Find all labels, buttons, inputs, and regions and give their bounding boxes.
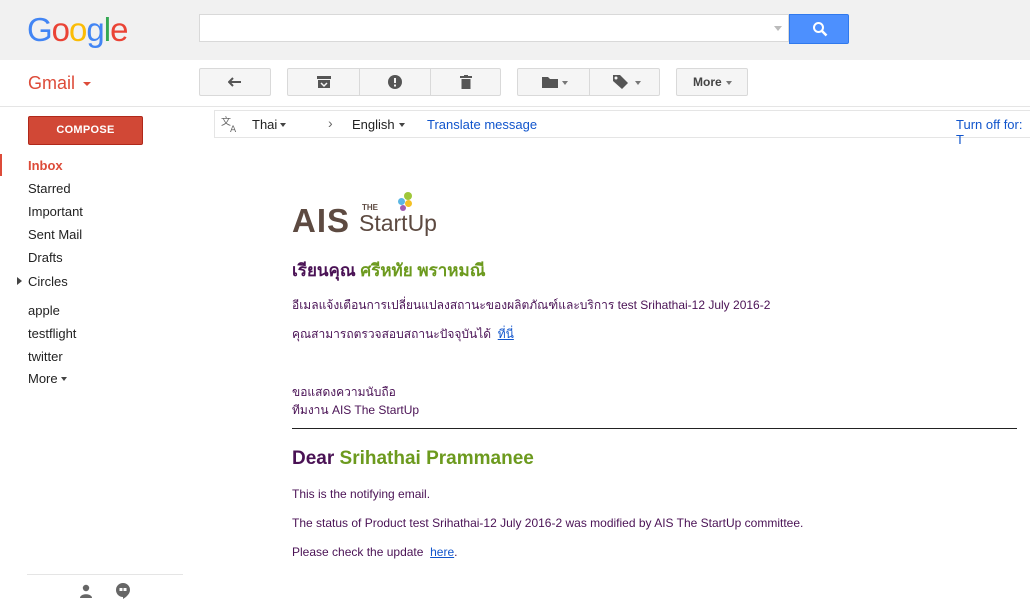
logo-main-text: AIS xyxy=(292,202,351,239)
report-spam-button[interactable] xyxy=(360,69,430,95)
logo-startup-text: StartUp xyxy=(359,210,437,236)
english-greeting: Dear Srihathai Prammanee xyxy=(292,448,534,470)
sidebar: COMPOSE Inbox Starred Important Sent Mai… xyxy=(0,106,190,605)
recipient-name: Srihathai Prammanee xyxy=(339,448,534,469)
expand-arrow-icon[interactable] xyxy=(17,277,22,285)
search-icon xyxy=(813,22,828,37)
logo-letter: o xyxy=(69,11,87,48)
sidebar-item-drafts[interactable]: Drafts xyxy=(28,250,63,265)
english-notification-text: This is the notifying email. xyxy=(292,487,431,501)
archive-icon xyxy=(317,76,331,88)
svg-text:A: A xyxy=(230,125,237,133)
compose-button[interactable]: COMPOSE xyxy=(28,116,143,145)
label-group xyxy=(517,68,660,96)
sidebar-item-important[interactable]: Important xyxy=(28,204,83,219)
thai-here-link[interactable]: ที่นี่ xyxy=(498,327,514,341)
labels-button[interactable] xyxy=(590,69,660,95)
move-to-button[interactable] xyxy=(518,69,589,95)
gmail-menu[interactable]: Gmail xyxy=(28,73,75,94)
folder-icon xyxy=(542,77,558,88)
search-input[interactable] xyxy=(199,14,789,42)
logo-letter: G xyxy=(27,11,53,48)
thai-check-status-text: คุณสามารถตรวจสอบสถานะปัจจุบันได้ ที่นี่ xyxy=(292,325,514,344)
chevron-down-icon xyxy=(61,377,67,381)
translate-message-link[interactable]: Translate message xyxy=(427,117,537,132)
chevron-down-icon xyxy=(726,81,732,85)
target-language-select[interactable]: English xyxy=(352,117,395,132)
thai-notification-text: อีเมลแจ้งเตือนการเปลี่ยนแปลงสถานะของผลิต… xyxy=(292,298,771,312)
logo-dot xyxy=(405,200,412,207)
back-arrow-icon xyxy=(228,77,241,87)
ais-startup-logo: AIS THE StartUp xyxy=(292,190,437,240)
thai-regards: ขอแสดงความนับถือ xyxy=(292,385,396,399)
greeting-word: Dear xyxy=(292,448,335,469)
delete-button[interactable] xyxy=(431,69,501,95)
google-logo[interactable]: Google xyxy=(27,11,128,49)
more-button[interactable]: More xyxy=(676,68,748,96)
chevron-down-icon xyxy=(399,123,405,127)
back-button[interactable] xyxy=(199,68,271,96)
sidebar-item-sent-mail[interactable]: Sent Mail xyxy=(28,227,82,242)
english-status-text: The status of Product test Srihathai-12 … xyxy=(292,516,804,530)
english-here-link[interactable]: here xyxy=(430,545,454,559)
source-language-select[interactable]: Thai xyxy=(252,117,277,132)
translate-bar: 文 A Thai › English Translate message Tur… xyxy=(214,110,1030,147)
trash-icon xyxy=(460,75,472,89)
thai-greeting: เรียนคุณ ศรีหทัย พราหมณี xyxy=(292,257,486,284)
turn-off-translate-link[interactable]: Turn off for: T xyxy=(956,117,1030,147)
sidebar-item-testflight[interactable]: testflight xyxy=(28,326,76,341)
active-indicator xyxy=(0,154,2,176)
chevron-down-icon xyxy=(635,81,641,85)
sidebar-item-circles[interactable]: Circles xyxy=(28,274,68,289)
sidebar-item-starred[interactable]: Starred xyxy=(28,181,71,196)
logo-dot xyxy=(400,205,406,211)
more-label: More xyxy=(693,75,722,89)
report-spam-icon xyxy=(388,75,402,89)
translate-icon: 文 A xyxy=(221,115,237,133)
logo-dot xyxy=(398,198,405,205)
period: . xyxy=(454,545,458,559)
person-icon[interactable] xyxy=(79,584,93,598)
english-check-label: Please check the update xyxy=(292,545,424,559)
search-options-caret-icon[interactable] xyxy=(774,26,782,31)
thai-team-signature: ทีมงาน AIS The StartUp xyxy=(292,403,420,417)
english-check-update-text: Please check the update here. xyxy=(292,545,457,559)
greeting-word: เรียนคุณ xyxy=(292,261,356,280)
recipient-name: ศรีหทัย พราหมณี xyxy=(360,261,486,280)
search-button[interactable] xyxy=(789,14,849,44)
sidebar-item-more[interactable]: More xyxy=(28,371,58,386)
divider xyxy=(292,428,1017,429)
chevron-down-icon xyxy=(280,123,286,127)
toolbar: Gmail More xyxy=(0,60,1030,107)
top-bar: Google xyxy=(0,0,1030,60)
tag-icon xyxy=(613,75,628,89)
action-group xyxy=(287,68,501,96)
sidebar-item-inbox[interactable]: Inbox xyxy=(28,158,63,173)
logo-dot xyxy=(404,192,412,200)
sidebar-item-apple[interactable]: apple xyxy=(28,303,60,318)
logo-letter: g xyxy=(86,11,104,48)
logo-letter: e xyxy=(110,11,128,48)
chevron-down-icon xyxy=(562,81,568,85)
logo-letter: o xyxy=(51,11,70,48)
chevron-right-icon: › xyxy=(328,115,333,131)
archive-button[interactable] xyxy=(288,69,359,95)
hangouts-icon[interactable] xyxy=(116,583,130,599)
divider xyxy=(27,574,183,575)
sidebar-item-twitter[interactable]: twitter xyxy=(28,349,63,364)
thai-check-label: คุณสามารถตรวจสอบสถานะปัจจุบันได้ xyxy=(292,327,492,341)
gmail-caret-icon[interactable] xyxy=(83,82,91,86)
